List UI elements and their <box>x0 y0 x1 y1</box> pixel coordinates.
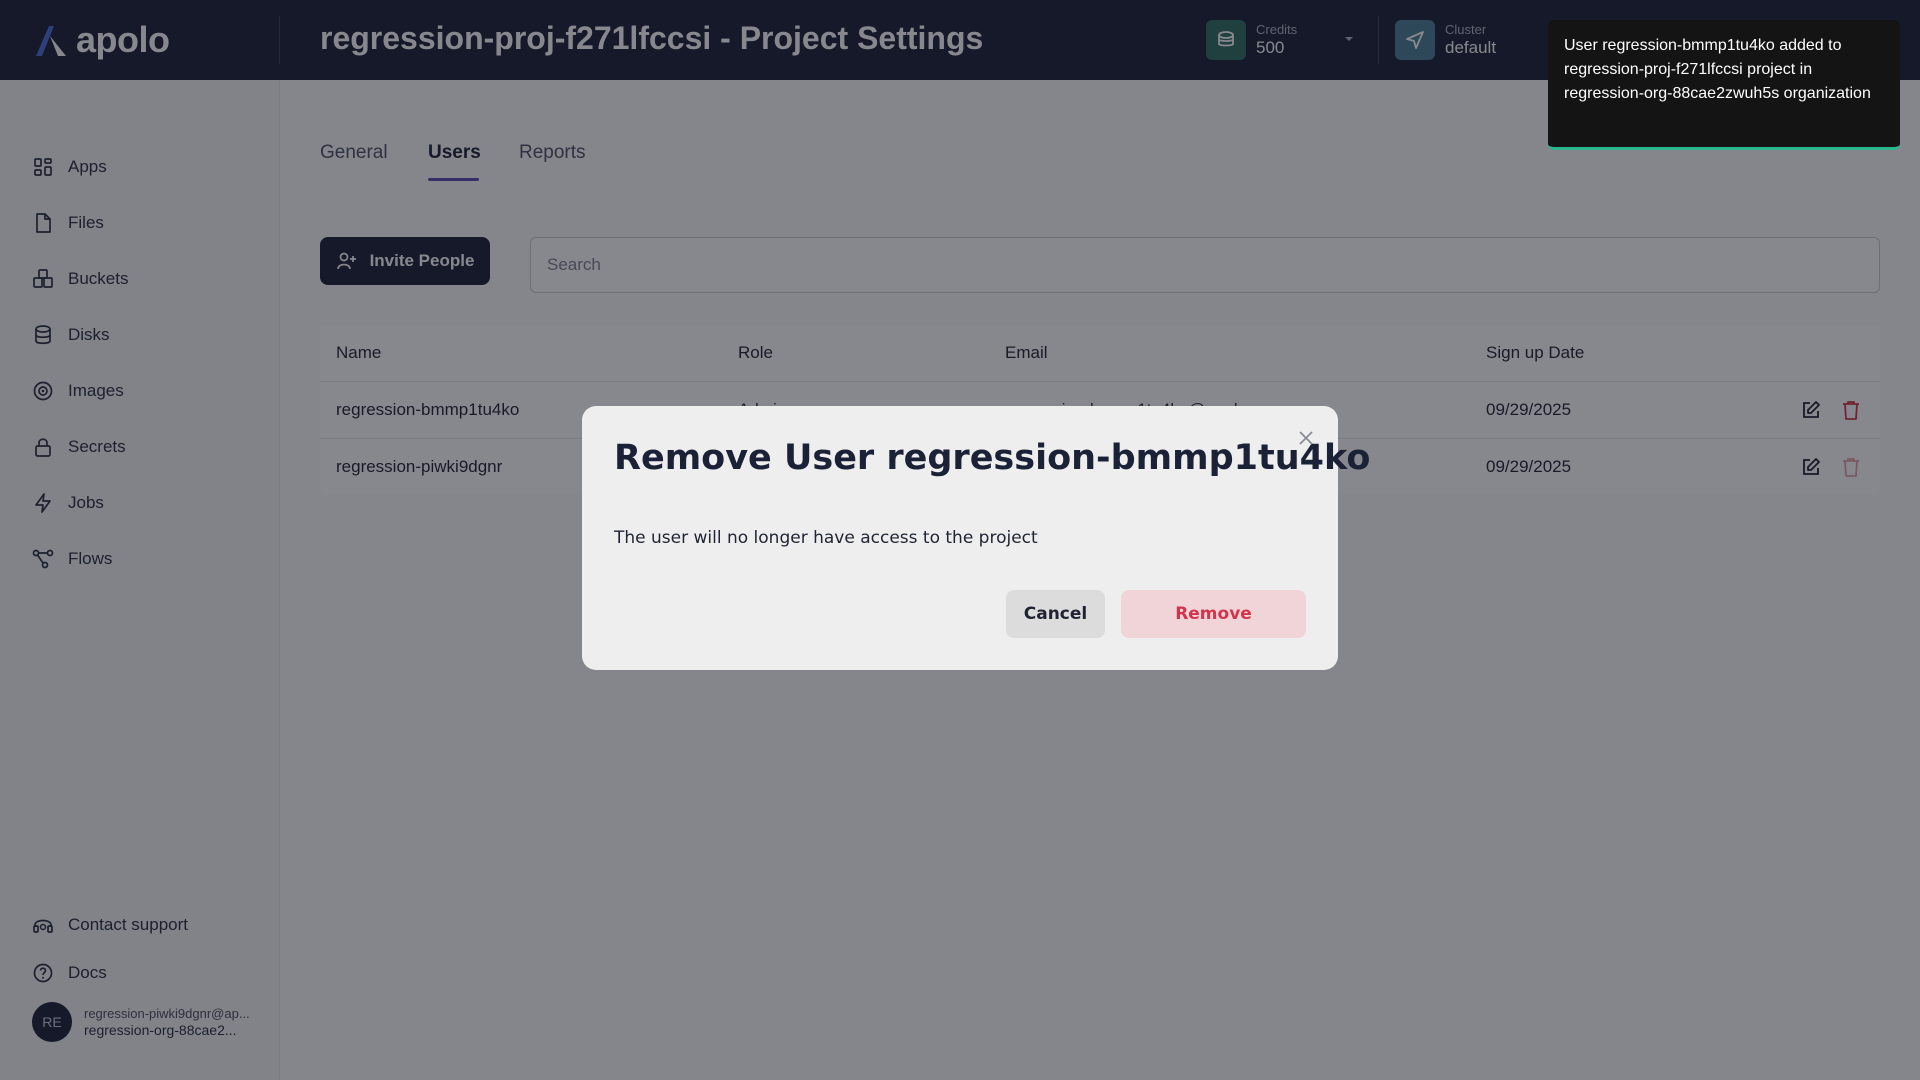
close-icon[interactable] <box>1296 428 1316 448</box>
dialog-title: Remove User regression-bmmp1tu4ko <box>614 438 1371 478</box>
remove-button[interactable]: Remove <box>1121 590 1306 638</box>
toast-message: User regression-bmmp1tu4ko added to regr… <box>1564 37 1871 102</box>
remove-user-dialog: Remove User regression-bmmp1tu4ko The us… <box>582 406 1370 670</box>
success-toast[interactable]: User regression-bmmp1tu4ko added to regr… <box>1548 20 1900 150</box>
dialog-body: The user will no longer have access to t… <box>614 528 1038 548</box>
cancel-button[interactable]: Cancel <box>1006 590 1105 638</box>
